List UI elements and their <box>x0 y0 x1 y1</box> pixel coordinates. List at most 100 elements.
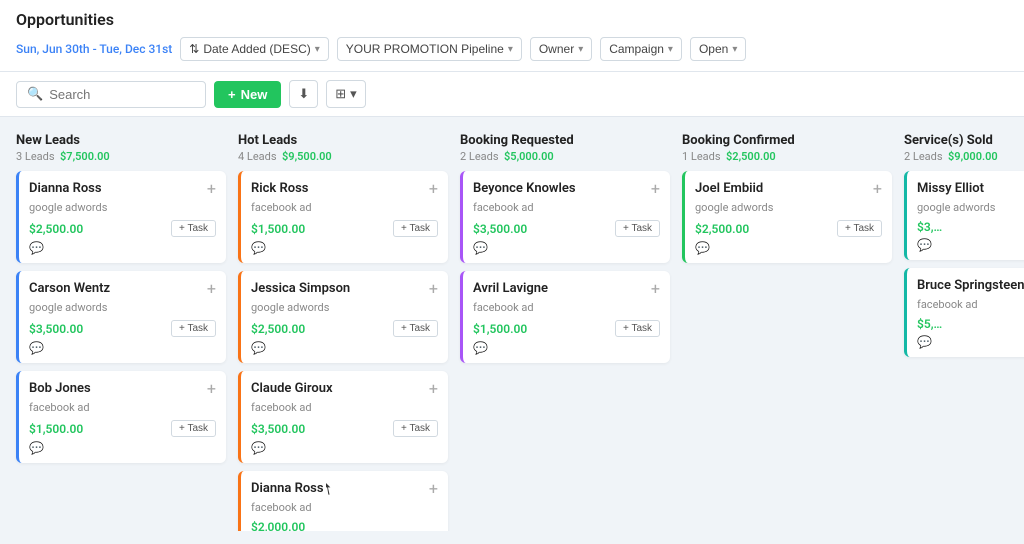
opportunity-card[interactable]: Carson Wentz + google adwords $3,500.00 … <box>16 271 226 363</box>
add-task-button[interactable]: + Task <box>615 220 660 237</box>
card-amount: $2,500.00 <box>251 322 305 336</box>
date-range-filter[interactable]: Sun, Jun 30th - Tue, Dec 31st <box>16 42 172 56</box>
card-add-icon[interactable]: + <box>207 381 216 397</box>
card-source: facebook ad <box>473 201 660 214</box>
card-add-icon[interactable]: + <box>207 281 216 297</box>
column-header-hot-leads: Hot Leads 4 Leads $9,500.00 <box>238 133 448 163</box>
column-title: New Leads <box>16 133 226 148</box>
opportunity-card[interactable]: Rick Ross + facebook ad $1,500.00 + Task… <box>238 171 448 263</box>
card-name: Dianna Ross <box>251 481 334 496</box>
chat-icon: 💬 <box>473 341 488 355</box>
sort-filter[interactable]: ⇅ Date Added (DESC) ▾ <box>180 37 328 61</box>
card-amount: $3,500.00 <box>251 422 305 436</box>
add-task-button[interactable]: + Task <box>393 220 438 237</box>
add-task-button[interactable]: + Task <box>393 320 438 337</box>
card-name: Beyonce Knowles <box>473 181 576 196</box>
card-source: google adwords <box>29 201 216 214</box>
card-source: facebook ad <box>251 201 438 214</box>
card-add-icon[interactable]: + <box>429 181 438 197</box>
column-meta: 2 Leads $5,000.00 <box>460 150 670 163</box>
card-name: Joel Embiid <box>695 181 763 196</box>
card-add-icon[interactable]: + <box>429 381 438 397</box>
cursor <box>326 483 334 495</box>
chat-icon: 💬 <box>251 441 266 455</box>
view-chevron-icon: ▾ <box>350 86 357 102</box>
card-name: Missy Elliot <box>917 181 984 196</box>
card-source: google adwords <box>695 201 882 214</box>
card-name: Dianna Ross <box>29 181 102 196</box>
add-task-button[interactable]: + Task <box>171 320 216 337</box>
column-booking-confirmed: Booking Confirmed 1 Leads $2,500.00 Joel… <box>682 133 892 515</box>
chat-icon: 💬 <box>917 238 932 252</box>
chat-icon: 💬 <box>29 441 44 455</box>
sort-chevron-icon: ▾ <box>315 44 320 55</box>
search-icon: 🔍 <box>27 87 43 102</box>
new-button[interactable]: + New <box>214 81 281 108</box>
opportunity-card[interactable]: Missy Elliot + google adwords $3,… 💬 <box>904 171 1024 260</box>
column-meta: 4 Leads $9,500.00 <box>238 150 448 163</box>
card-amount: $3,… <box>917 220 942 234</box>
pipeline-chevron-icon: ▾ <box>508 44 513 55</box>
column-meta: 2 Leads $9,000.00 <box>904 150 1024 163</box>
column-header-booking-confirmed: Booking Confirmed 1 Leads $2,500.00 <box>682 133 892 163</box>
card-source: facebook ad <box>251 501 438 514</box>
opportunity-card[interactable]: Avril Lavigne + facebook ad $1,500.00 + … <box>460 271 670 363</box>
card-amount: $2,000.00 <box>251 520 305 531</box>
opportunity-card[interactable]: Beyonce Knowles + facebook ad $3,500.00 … <box>460 171 670 263</box>
search-box[interactable]: 🔍 <box>16 81 206 108</box>
card-amount: $1,500.00 <box>251 222 305 236</box>
add-task-button[interactable]: + Task <box>171 420 216 437</box>
column-meta: 1 Leads $2,500.00 <box>682 150 892 163</box>
column-meta: 3 Leads $7,500.00 <box>16 150 226 163</box>
card-add-icon[interactable]: + <box>207 181 216 197</box>
card-add-icon[interactable]: + <box>873 181 882 197</box>
card-amount: $3,500.00 <box>29 322 83 336</box>
card-source: google adwords <box>29 301 216 314</box>
page-title: Opportunities <box>16 10 1008 37</box>
add-task-button[interactable]: + Task <box>615 320 660 337</box>
campaign-filter[interactable]: Campaign ▾ <box>600 37 682 61</box>
chat-icon: 💬 <box>473 241 488 255</box>
card-amount: $2,500.00 <box>29 222 83 236</box>
toolbar: 🔍 + New ⬇ ⊞ ▾ <box>0 72 1024 117</box>
card-add-icon[interactable]: + <box>429 281 438 297</box>
card-source: google adwords <box>251 301 438 314</box>
opportunity-card[interactable]: Bob Jones + facebook ad $1,500.00 + Task… <box>16 371 226 463</box>
card-add-icon[interactable]: + <box>429 481 438 497</box>
column-hot-leads: Hot Leads 4 Leads $9,500.00 Rick Ross + … <box>238 133 448 515</box>
download-button[interactable]: ⬇ <box>289 80 318 108</box>
sort-icon: ⇅ <box>189 42 199 56</box>
opportunity-card[interactable]: Joel Embiid + google adwords $2,500.00 +… <box>682 171 892 263</box>
card-source: facebook ad <box>473 301 660 314</box>
column-title: Hot Leads <box>238 133 448 148</box>
card-add-icon[interactable]: + <box>651 281 660 297</box>
column-booking-requested: Booking Requested 2 Leads $5,000.00 Beyo… <box>460 133 670 515</box>
search-input[interactable] <box>49 87 195 102</box>
opportunity-card[interactable]: Claude Giroux + facebook ad $3,500.00 + … <box>238 371 448 463</box>
add-task-button[interactable]: + Task <box>393 420 438 437</box>
chat-icon: 💬 <box>29 241 44 255</box>
card-name: Rick Ross <box>251 181 309 196</box>
add-task-button[interactable]: + Task <box>837 220 882 237</box>
card-add-icon[interactable]: + <box>651 181 660 197</box>
card-amount: $1,500.00 <box>29 422 83 436</box>
column-title: Booking Confirmed <box>682 133 892 148</box>
chat-icon: 💬 <box>917 335 932 349</box>
status-filter[interactable]: Open ▾ <box>690 37 746 61</box>
view-toggle-button[interactable]: ⊞ ▾ <box>326 80 365 108</box>
pipeline-filter[interactable]: YOUR PROMOTION Pipeline ▾ <box>337 37 522 61</box>
column-title: Service(s) Sold <box>904 133 1024 148</box>
card-name: Avril Lavigne <box>473 281 548 296</box>
opportunity-card[interactable]: Bruce Springsteen + facebook ad $5,… 💬 <box>904 268 1024 357</box>
card-amount: $1,500.00 <box>473 322 527 336</box>
card-name: Jessica Simpson <box>251 281 350 296</box>
card-name: Carson Wentz <box>29 281 110 296</box>
add-task-button[interactable]: + Task <box>171 220 216 237</box>
opportunity-card[interactable]: Dianna Ross + google adwords $2,500.00 +… <box>16 171 226 263</box>
column-header-services-sold: Service(s) Sold 2 Leads $9,000.00 <box>904 133 1024 163</box>
owner-filter[interactable]: Owner ▾ <box>530 37 592 61</box>
column-new-leads: New Leads 3 Leads $7,500.00 Dianna Ross … <box>16 133 226 515</box>
opportunity-card[interactable]: Dianna Ross + facebook ad $2,000.00 💬 <box>238 471 448 531</box>
opportunity-card[interactable]: Jessica Simpson + google adwords $2,500.… <box>238 271 448 363</box>
chat-icon: 💬 <box>695 241 710 255</box>
